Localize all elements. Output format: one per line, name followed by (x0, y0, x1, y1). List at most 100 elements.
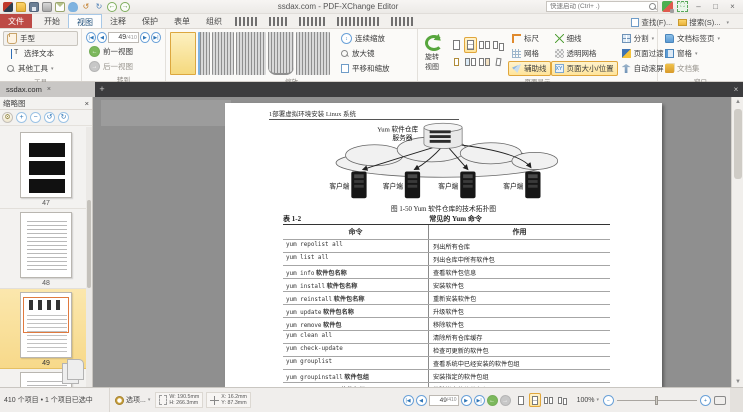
fit-page-button[interactable] (714, 396, 726, 405)
minimize-button[interactable]: – (692, 1, 705, 13)
close-button[interactable]: × (726, 1, 739, 13)
last-page-button[interactable]: ▶| (474, 395, 485, 406)
ui-options-icon[interactable] (662, 1, 673, 12)
page-number-input[interactable]: 49/410 (429, 395, 459, 406)
rotate-view-button[interactable]: 旋转视图 (421, 31, 447, 76)
document-tab-close-icon[interactable]: × (47, 86, 51, 93)
hand-tool-button[interactable]: 手型 (3, 31, 78, 46)
rotate-ccw-button[interactable]: ↺ (44, 112, 55, 123)
rotate-cw-button[interactable]: ↻ (58, 112, 69, 123)
pdf-page[interactable]: 1部署虚拟环境安装 Linux 系统 (225, 103, 662, 387)
ruler-toggle[interactable]: 标尺 (508, 31, 551, 46)
tab-view[interactable]: 视图 (68, 14, 102, 28)
next-view-button[interactable]: → 后一视图 (85, 59, 162, 74)
tab-bar-close-icon[interactable]: × (729, 82, 743, 97)
maximize-button[interactable]: □ (709, 1, 722, 13)
document-viewer[interactable]: 1部署虚拟环境安装 Linux 系统 (93, 97, 743, 387)
layout-extra-2-button[interactable] (464, 54, 477, 70)
guides-toggle[interactable]: 辅助线 (508, 61, 551, 76)
next-page-button[interactable]: ▶ (461, 395, 472, 406)
zoom-in-button[interactable]: + (700, 395, 711, 406)
new-document-tab-button[interactable]: + (95, 82, 109, 97)
zoom-preset-4[interactable] (236, 32, 266, 75)
search-button[interactable]: 搜索(S)... (678, 17, 720, 28)
tab-illegible-5[interactable] (391, 17, 413, 26)
thumbnails-scrollbar[interactable] (86, 127, 92, 387)
page-number-input[interactable]: 49/410 (108, 32, 139, 43)
quick-launch-input[interactable] (547, 3, 649, 10)
prev-page-button[interactable]: ◀ (416, 395, 427, 406)
tab-form[interactable]: 表单 (166, 14, 198, 28)
layout-extra-1-button[interactable] (450, 54, 463, 70)
options-button[interactable]: 选项... ▾ (110, 395, 155, 405)
zoom-out-button[interactable]: − (603, 395, 614, 406)
panes-button[interactable]: 窗格▾ (661, 46, 740, 61)
layout-two-up-button[interactable] (478, 37, 491, 53)
transparent-grid-toggle[interactable]: 透明网格 (551, 46, 618, 61)
zoom-preset-6[interactable] (296, 32, 330, 75)
cloud-icon[interactable] (68, 2, 78, 12)
layout-extra-4-button[interactable] (492, 54, 505, 70)
tab-home[interactable]: 开始 (36, 14, 68, 28)
document-tabs-button[interactable]: 文档标签页▾ (661, 31, 740, 46)
tab-illegible-3[interactable] (299, 17, 327, 26)
zoom-preset-2[interactable] (198, 32, 210, 75)
zoom-slider[interactable] (617, 395, 697, 406)
thumbnails-options-gear-icon[interactable]: ⚙ (2, 112, 13, 123)
tab-illegible-1[interactable] (235, 17, 259, 26)
zoom-preset-5[interactable] (268, 32, 294, 75)
find-button[interactable]: 查找(F)... (631, 17, 672, 28)
previous-view-button[interactable]: ← (487, 395, 498, 406)
other-tools-button[interactable]: 其他工具 ▾ (3, 61, 78, 76)
layout-single-page-button[interactable] (515, 393, 527, 407)
magnifier-button[interactable]: 放大镜 (337, 46, 394, 61)
next-page-button[interactable]: ▶ (140, 32, 150, 43)
first-page-button[interactable]: |◀ (86, 32, 96, 43)
document-set-button[interactable]: 文档集 (661, 61, 740, 76)
previous-view-button[interactable]: ← 前一视图 (85, 44, 162, 59)
scroll-down-icon[interactable]: ▼ (732, 377, 743, 387)
layout-continuous-button[interactable] (529, 393, 541, 407)
ribbon-collapse-icon[interactable]: ▾ (726, 20, 729, 26)
first-page-button[interactable]: |◀ (403, 395, 414, 406)
page-size-pos-toggle[interactable]: XY页面大小/位置 (551, 61, 618, 76)
layout-extra-3-button[interactable] (478, 54, 491, 70)
save-icon[interactable] (29, 2, 39, 12)
continuous-zoom-button[interactable]: ↕ 连续缩放 (337, 31, 394, 46)
fullscreen-icon[interactable]: ⛶ (677, 1, 688, 12)
grid-toggle[interactable]: 网格 (508, 46, 551, 61)
zoom-preset-3[interactable] (212, 32, 234, 75)
app-logo-icon[interactable] (3, 2, 13, 12)
thin-lines-toggle[interactable]: 细线 (551, 31, 618, 46)
forward-view-icon[interactable]: → (120, 2, 130, 12)
vertical-scrollbar[interactable]: ▲ ▼ (731, 97, 743, 387)
layout-two-up-button[interactable] (543, 393, 555, 407)
scroll-up-icon[interactable]: ▲ (732, 97, 743, 107)
zoom-slider-knob[interactable] (655, 396, 658, 405)
thumbnail-page-47[interactable]: 47 (0, 129, 92, 209)
tab-protect[interactable]: 保护 (134, 14, 166, 28)
email-icon[interactable] (55, 2, 65, 12)
layout-single-page-button[interactable] (450, 37, 463, 53)
thumbnail-page-48[interactable]: 48 (0, 209, 92, 289)
select-text-button[interactable]: 选择文本 (3, 46, 78, 61)
zoom-preset-active[interactable] (170, 32, 196, 75)
tab-illegible-4[interactable] (337, 17, 381, 26)
viewport-rectangle[interactable] (23, 297, 69, 333)
thumbnails-zoom-out-button[interactable]: − (30, 112, 41, 123)
tab-organize[interactable]: 组织 (198, 14, 230, 28)
back-view-icon[interactable]: ← (107, 2, 117, 12)
scrollbar-thumb[interactable] (734, 109, 742, 179)
layout-continuous-button[interactable] (464, 37, 477, 53)
undo-icon[interactable]: ↺ (81, 2, 91, 12)
thumbnails-panel-close-icon[interactable]: × (85, 99, 89, 108)
layout-two-up-continuous-button[interactable] (492, 37, 505, 53)
tab-illegible-2[interactable] (269, 17, 289, 26)
pan-zoom-button[interactable]: 平移和缩放 (337, 61, 394, 76)
next-view-button[interactable]: → (500, 395, 511, 406)
thumbnails-zoom-in-button[interactable]: + (16, 112, 27, 123)
zoom-preset-buttons[interactable] (169, 31, 337, 76)
print-icon[interactable] (42, 2, 52, 12)
zoom-level-dropdown[interactable]: 100% ▾ (573, 396, 603, 405)
last-page-button[interactable]: ▶| (151, 32, 161, 43)
